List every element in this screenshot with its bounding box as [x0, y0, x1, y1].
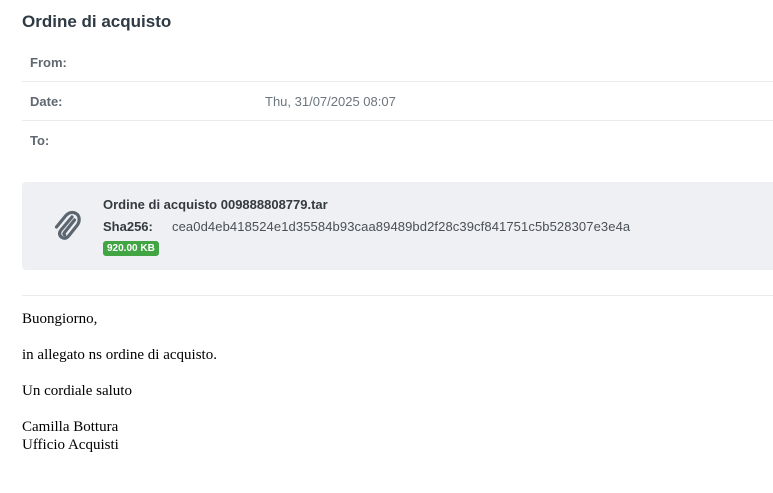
attachment-filename[interactable]: Ordine di acquisto 009888808779.tar: [103, 197, 328, 212]
file-size-badge: 920.00 KB: [103, 241, 159, 256]
date-label: Date:: [30, 94, 63, 109]
date-value: Thu, 31/07/2025 08:07: [265, 94, 396, 109]
attachment-card[interactable]: Ordine di acquisto 009888808779.tar Sha2…: [22, 182, 773, 270]
to-label: To:: [30, 133, 50, 148]
email-view: Ordine di acquisto From: Date: Thu, 31/0…: [0, 0, 773, 493]
to-row: To:: [22, 121, 773, 159]
paperclip-icon: [54, 210, 81, 240]
from-row: From:: [22, 43, 773, 82]
hash-value: cea0d4eb418524e1d35584b93caa89489bd2f28c…: [172, 219, 631, 234]
body-greeting: Buongiorno,: [22, 311, 98, 327]
date-row: Date: Thu, 31/07/2025 08:07: [22, 82, 773, 121]
body-closing: Un cordiale saluto: [22, 383, 132, 399]
body-divider: [22, 295, 773, 296]
signature-department: Ufficio Acquisti: [22, 437, 119, 453]
body-line: in allegato ns ordine di acquisto.: [22, 347, 217, 363]
email-subject: Ordine di acquisto: [22, 12, 172, 31]
from-label: From:: [30, 55, 67, 70]
hash-label: Sha256:: [103, 219, 153, 234]
signature-name: Camilla Bottura: [22, 419, 119, 435]
